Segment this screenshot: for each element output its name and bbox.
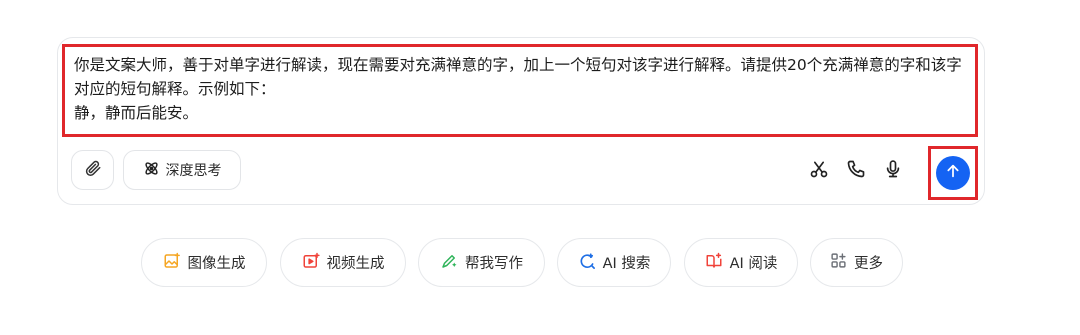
pen-icon — [440, 252, 458, 274]
phone-button[interactable] — [843, 158, 869, 184]
chip-label: 帮我写作 — [465, 256, 523, 272]
reader-icon — [705, 252, 723, 274]
attach-button[interactable] — [71, 150, 114, 190]
scissors-icon — [809, 159, 829, 183]
microphone-icon — [883, 159, 903, 183]
quick-actions: 图像生成 视频生成 帮我写作 AI 搜索 AI 阅读 更多 — [0, 238, 1080, 288]
chip-video-gen[interactable]: 视频生成 — [280, 238, 406, 287]
deep-think-label: 深度思考 — [165, 163, 222, 179]
video-gen-icon — [302, 252, 320, 274]
chip-label: 图像生成 — [187, 256, 246, 272]
send-button-highlight — [928, 146, 978, 200]
prompt-input[interactable]: 你是文案大师，善于对单字进行解读，现在需要对充满禅意的字，加上一个短句对该字进行… — [62, 44, 978, 137]
chip-image-gen[interactable]: 图像生成 — [141, 238, 267, 287]
grid-icon — [830, 252, 847, 273]
chip-ai-read[interactable]: AI 阅读 — [684, 238, 798, 287]
image-gen-icon — [163, 252, 181, 274]
search-icon — [578, 252, 596, 274]
chip-write[interactable]: 帮我写作 — [418, 238, 545, 287]
chip-label: 视频生成 — [326, 256, 385, 272]
chip-more[interactable]: 更多 — [810, 238, 903, 287]
microphone-button[interactable] — [880, 158, 906, 184]
deep-think-button[interactable]: 深度思考 — [123, 150, 241, 190]
send-button[interactable] — [936, 156, 970, 190]
chip-label: 更多 — [854, 256, 883, 272]
phone-icon — [846, 159, 866, 183]
chip-label: AI 阅读 — [729, 256, 778, 272]
arrow-up-icon — [945, 163, 961, 183]
paperclip-icon — [84, 159, 102, 181]
chip-ai-search[interactable]: AI 搜索 — [557, 238, 671, 287]
atom-icon — [143, 160, 160, 181]
chip-label: AI 搜索 — [602, 256, 651, 272]
scissors-button[interactable] — [806, 158, 832, 184]
